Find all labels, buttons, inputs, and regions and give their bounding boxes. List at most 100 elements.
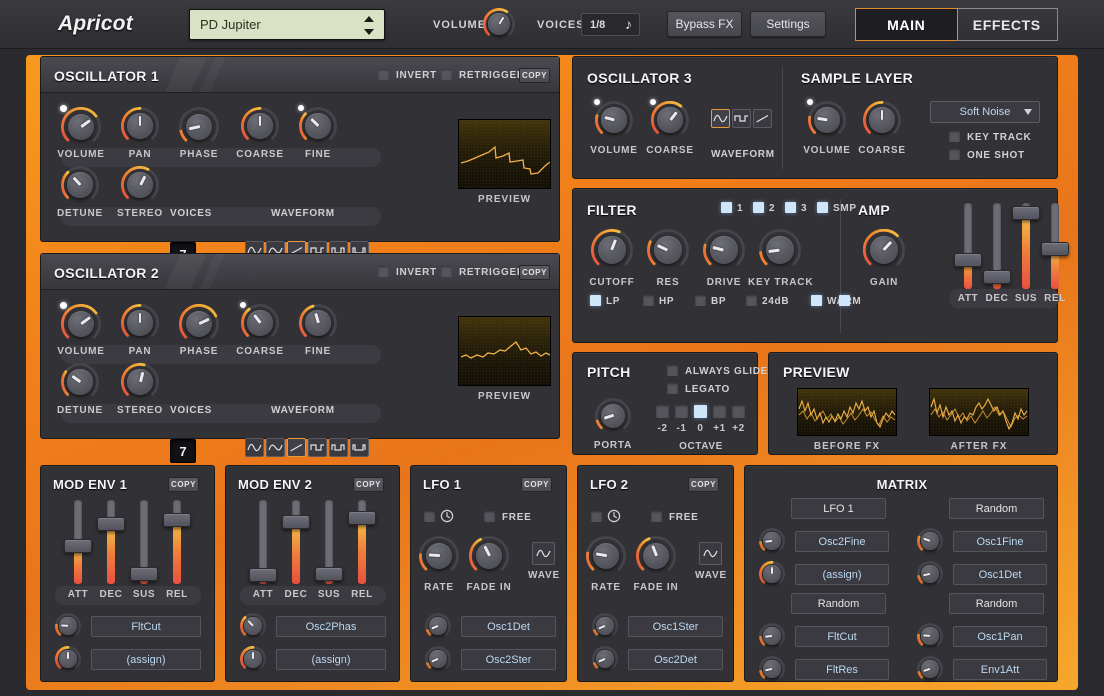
lfo-1-wave-button[interactable]	[532, 542, 555, 565]
octave-minus2-checkbox[interactable]	[656, 405, 669, 418]
filter-route-smp-checkbox[interactable]	[817, 202, 828, 213]
lfo2-route-1-destination[interactable]: Osc1Ster	[628, 616, 723, 637]
octave-plus1-checkbox[interactable]	[713, 405, 726, 418]
osc2-waveform-square[interactable]	[308, 438, 327, 457]
lfo1-route-2-destination[interactable]: Osc2Ster	[461, 649, 556, 670]
sample-select[interactable]: Soft Noise	[930, 101, 1040, 123]
menv2-dec-slider-handle[interactable]	[282, 515, 310, 529]
matrix-slot-4-route-2-destination[interactable]: Env1Att	[953, 659, 1047, 680]
matrix-slot-4-route-2-amount-knob[interactable]	[917, 656, 943, 682]
mod-env-1-copy-button[interactable]: COPY	[168, 477, 199, 492]
lfo-1-sync-checkbox[interactable]	[424, 511, 435, 522]
matrix-slot-1-route-2-destination[interactable]: (assign)	[795, 564, 889, 585]
lfo1-route-2-amount-knob[interactable]	[425, 646, 451, 672]
osc2-invert-checkbox[interactable]	[378, 266, 389, 277]
filter-warm-checkbox[interactable]	[811, 295, 822, 306]
filter-drive-knob[interactable]	[703, 229, 745, 271]
lfo-2-wave-button[interactable]	[699, 542, 722, 565]
osc3-volume-knob[interactable]	[595, 101, 633, 139]
matrix-slot-3-route-1-destination[interactable]: FltCut	[795, 626, 889, 647]
master-volume-knob-dial[interactable]	[483, 8, 515, 40]
osc2-waveform-pulse[interactable]	[329, 438, 348, 457]
lfo2-route-2-amount-knob[interactable]	[592, 646, 618, 672]
menv2-route-1-amount-knob[interactable]	[240, 613, 266, 639]
matrix-slot-1-route-1-amount-knob[interactable]	[759, 528, 785, 554]
osc1-fine-knob[interactable]	[299, 107, 337, 145]
lfo2-route-2-destination[interactable]: Osc2Det	[628, 649, 723, 670]
amp-rel-slider-handle[interactable]	[1041, 242, 1069, 256]
filter-24db-checkbox[interactable]	[746, 295, 757, 306]
menv1-route-1-destination[interactable]: FltCut	[91, 616, 201, 637]
osc3-waveform-saw[interactable]	[753, 109, 772, 128]
amp-dec-slider-handle[interactable]	[983, 270, 1011, 284]
osc3-waveform-sine[interactable]	[711, 109, 730, 128]
filter-mode-hp-checkbox[interactable]	[643, 295, 654, 306]
osc2-coarse-knob[interactable]	[241, 304, 279, 342]
matrix-slot-3-route-2-amount-knob[interactable]	[759, 656, 785, 682]
menv1-route-2-destination[interactable]: (assign)	[91, 649, 201, 670]
osc1-retrigger-checkbox[interactable]	[441, 69, 452, 80]
matrix-slot-2-route-1-amount-knob[interactable]	[917, 528, 943, 554]
osc1-coarse-knob[interactable]	[241, 107, 279, 145]
lfo-2-free-checkbox[interactable]	[651, 511, 662, 522]
filter-route-3-checkbox[interactable]	[785, 202, 796, 213]
lfo1-route-1-amount-knob[interactable]	[425, 613, 451, 639]
osc2-volume-knob[interactable]	[61, 304, 101, 344]
preset-selector[interactable]: PD Jupiter	[189, 9, 385, 40]
matrix-slot-3-route-1-amount-knob[interactable]	[759, 623, 785, 649]
osc3-waveform-square[interactable]	[732, 109, 751, 128]
matrix-slot-4-route-1-amount-knob[interactable]	[917, 623, 943, 649]
osc2-waveform-pulse-narrow[interactable]	[350, 438, 369, 457]
updown-arrows-icon[interactable]	[364, 16, 374, 35]
tab-main[interactable]: MAIN	[855, 8, 958, 41]
osc2-detune-knob[interactable]	[61, 363, 99, 401]
osc2-waveform-saw[interactable]	[287, 438, 306, 457]
osc2-fine-knob[interactable]	[299, 304, 337, 342]
amp-att-slider-handle[interactable]	[954, 253, 982, 267]
osc2-stereo-knob[interactable]	[121, 363, 159, 401]
tab-effects[interactable]: EFFECTS	[957, 9, 1058, 40]
matrix-slot-1-source[interactable]: LFO 1	[791, 498, 886, 519]
menv2-route-2-destination[interactable]: (assign)	[276, 649, 386, 670]
matrix-slot-4-source[interactable]: Random	[949, 593, 1044, 614]
bypass-fx-button[interactable]: Bypass FX	[667, 11, 742, 37]
lfo-1-copy-button[interactable]: COPY	[521, 477, 552, 492]
matrix-slot-2-route-2-destination[interactable]: Osc1Det	[953, 564, 1047, 585]
octave-0-checkbox[interactable]	[694, 405, 707, 418]
menv2-att-slider-handle[interactable]	[249, 568, 277, 582]
amp-gain-knob[interactable]	[863, 229, 905, 271]
matrix-slot-3-route-2-destination[interactable]: FltRes	[795, 659, 889, 680]
filter-res-knob[interactable]	[647, 229, 689, 271]
voices-input[interactable]: 1/8 ♪	[581, 13, 640, 36]
settings-button[interactable]: Settings	[750, 11, 826, 37]
lfo1-route-1-destination[interactable]: Osc1Det	[461, 616, 556, 637]
osc1-invert-checkbox[interactable]	[378, 69, 389, 80]
menv1-att-slider-handle[interactable]	[64, 539, 92, 553]
filter-key-track-knob[interactable]	[759, 229, 801, 271]
lfo1-rate-knob[interactable]	[419, 536, 459, 576]
filter-route-1-checkbox[interactable]	[721, 202, 732, 213]
matrix-slot-2-route-1-destination[interactable]: Osc1Fine	[953, 531, 1047, 552]
matrix-slot-2-source[interactable]: Random	[949, 498, 1044, 519]
osc1-copy-button[interactable]: COPY	[519, 68, 550, 83]
lfo2-fade-in-knob[interactable]	[636, 536, 676, 576]
osc1-phase-knob[interactable]	[179, 107, 219, 147]
lfo1-fade-in-knob[interactable]	[469, 536, 509, 576]
porta-knob[interactable]	[595, 398, 631, 434]
sample-coarse-knob[interactable]	[863, 101, 901, 139]
amp-sus-slider-handle[interactable]	[1012, 206, 1040, 220]
menv2-route-1-destination[interactable]: Osc2Phas	[276, 616, 386, 637]
osc1-volume-knob[interactable]	[61, 107, 101, 147]
osc2-waveform-sine[interactable]	[245, 438, 264, 457]
legato-checkbox[interactable]	[667, 383, 678, 394]
menv1-rel-slider-handle[interactable]	[163, 513, 191, 527]
filter-cutoff-knob[interactable]	[591, 229, 633, 271]
osc1-pan-knob[interactable]	[121, 107, 159, 145]
lfo-2-sync-checkbox[interactable]	[591, 511, 602, 522]
menv2-sus-slider-handle[interactable]	[315, 567, 343, 581]
menv2-rel-slider-handle[interactable]	[348, 511, 376, 525]
octave-minus1-checkbox[interactable]	[675, 405, 688, 418]
osc3-coarse-knob[interactable]	[651, 101, 689, 139]
key-track-checkbox[interactable]	[949, 131, 960, 142]
osc2-waveform-triangle[interactable]	[266, 438, 285, 457]
